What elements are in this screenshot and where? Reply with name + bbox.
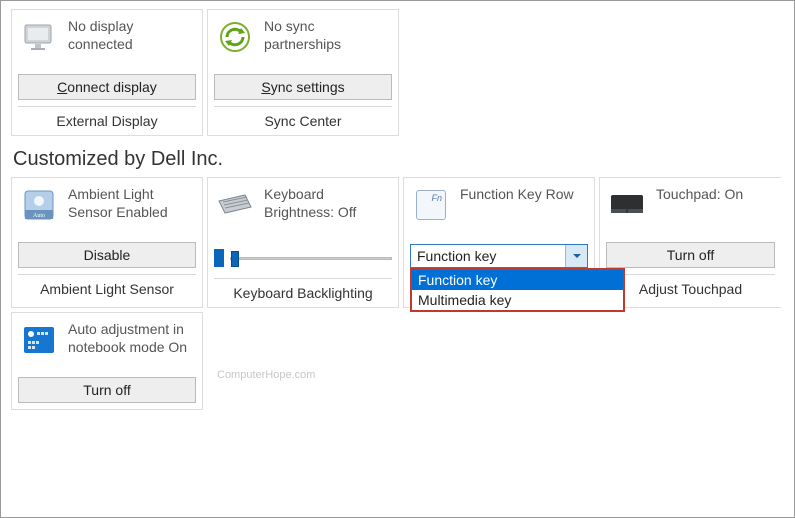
chevron-down-icon[interactable]	[565, 245, 587, 267]
brightness-slider[interactable]	[214, 244, 392, 272]
ambient-light-status: Ambient Light Sensor Enabled	[68, 186, 194, 236]
sync-settings-button[interactable]: Sync settings	[214, 74, 392, 100]
ambient-light-label: Ambient Light Sensor	[18, 274, 196, 297]
slider-track[interactable]	[230, 257, 392, 260]
slider-decrease[interactable]	[214, 249, 224, 267]
external-display-status: No display connected	[68, 18, 194, 68]
touchpad-icon	[608, 186, 646, 224]
combo-dropdown-list: Function key Multimedia key	[410, 268, 625, 312]
function-key-combo[interactable]: Function key Function key Multimedia key	[410, 244, 588, 268]
auto-adjust-icon	[20, 321, 58, 359]
slider-thumb[interactable]	[231, 251, 239, 267]
tile-external-display: No display connected Connect display Ext…	[11, 9, 203, 136]
tile-ambient-light: Auto Ambient Light Sensor Enabled Disabl…	[11, 177, 203, 308]
display-icon	[20, 18, 58, 56]
sync-status: No sync partnerships	[264, 18, 390, 68]
touchpad-turnoff-button[interactable]: Turn off	[606, 242, 775, 268]
combo-option-multimedia-key[interactable]: Multimedia key	[412, 290, 623, 310]
keyboard-backlight-label: Keyboard Backlighting	[214, 278, 392, 301]
keyboard-icon	[216, 186, 254, 224]
sync-icon	[216, 18, 254, 56]
auto-adjust-status: Auto adjustment in notebook mode On	[68, 321, 194, 371]
external-display-label: External Display	[18, 106, 196, 129]
connect-display-button[interactable]: Connect display	[18, 74, 196, 100]
section-title: Customized by Dell Inc.	[1, 140, 794, 173]
svg-text:Auto: Auto	[33, 213, 45, 219]
touchpad-label: Adjust Touchpad	[606, 274, 775, 297]
ambient-light-icon: Auto	[20, 186, 58, 224]
touchpad-status: Touchpad: On	[656, 186, 773, 236]
keyboard-brightness-status: Keyboard Brightness: Off	[264, 186, 390, 236]
auto-adjust-turnoff-button[interactable]: Turn off	[18, 377, 196, 403]
combo-input[interactable]: Function key	[410, 244, 588, 268]
tile-auto-adjustment: Auto adjustment in notebook mode On Turn…	[11, 312, 203, 410]
ambient-disable-button[interactable]: Disable	[18, 242, 196, 268]
tile-function-key: Fn Function Key Row Function key Functio…	[403, 177, 595, 308]
combo-option-function-key[interactable]: Function key	[412, 270, 623, 290]
tile-sync-center: No sync partnerships Sync settings Sync …	[207, 9, 399, 136]
sync-center-label: Sync Center	[214, 106, 392, 129]
combo-selected-text: Function key	[411, 248, 565, 264]
tile-keyboard-backlight: Keyboard Brightness: Off Keyboard Backli…	[207, 177, 399, 308]
function-key-status: Function Key Row	[460, 186, 586, 236]
tile-touchpad: Touchpad: On Turn off Adjust Touchpad	[599, 177, 781, 308]
fn-key-icon: Fn	[412, 186, 450, 224]
